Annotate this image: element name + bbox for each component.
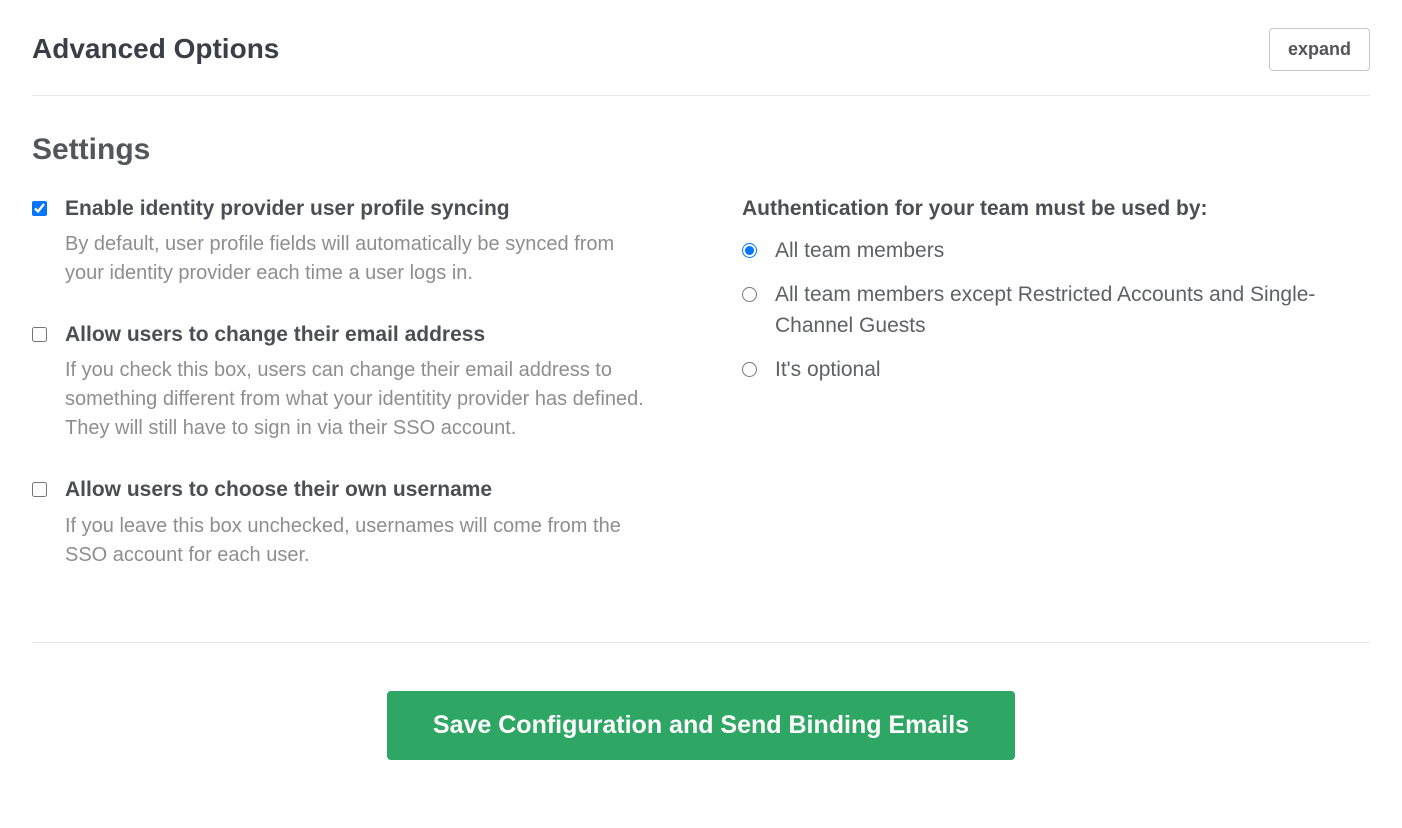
settings-checkbox-column: Enable identity provider user profile sy…	[32, 194, 652, 602]
radio-input-optional[interactable]	[742, 362, 757, 377]
checkbox-label: Enable identity provider user profile sy…	[65, 194, 652, 224]
checkbox-label: Allow users to change their email addres…	[65, 320, 652, 350]
auth-heading: Authentication for your team must be use…	[742, 194, 1370, 224]
checkbox-label: Allow users to choose their own username	[65, 475, 652, 505]
checkbox-description: If you leave this box unchecked, usernam…	[65, 512, 652, 570]
checkbox-allow-username-choice[interactable]: Allow users to choose their own username…	[32, 475, 652, 569]
radio-all-team-members[interactable]: All team members	[742, 236, 1370, 266]
checkbox-enable-profile-sync[interactable]: Enable identity provider user profile sy…	[32, 194, 652, 288]
bottom-divider	[32, 642, 1370, 643]
checkbox-description: By default, user profile fields will aut…	[65, 230, 652, 288]
checkbox-allow-email-change[interactable]: Allow users to change their email addres…	[32, 320, 652, 443]
expand-button[interactable]: expand	[1269, 28, 1370, 71]
checkbox-input-allow-username-choice[interactable]	[32, 482, 47, 497]
save-button-wrap: Save Configuration and Send Binding Emai…	[32, 691, 1370, 760]
settings-columns: Enable identity provider user profile sy…	[32, 194, 1370, 602]
checkbox-input-allow-email-change[interactable]	[32, 327, 47, 342]
checkbox-description: If you check this box, users can change …	[65, 356, 652, 443]
radio-except-restricted[interactable]: All team members except Restricted Accou…	[742, 280, 1370, 341]
checkbox-input-enable-profile-sync[interactable]	[32, 201, 47, 216]
advanced-options-header: Advanced Options expand	[32, 28, 1370, 71]
section-divider	[32, 95, 1370, 96]
radio-label: All team members except Restricted Accou…	[775, 280, 1370, 341]
save-configuration-button[interactable]: Save Configuration and Send Binding Emai…	[387, 691, 1015, 760]
settings-auth-column: Authentication for your team must be use…	[712, 194, 1370, 602]
radio-label: It's optional	[775, 355, 881, 385]
radio-input-all-team-members[interactable]	[742, 243, 757, 258]
radio-input-except-restricted[interactable]	[742, 287, 757, 302]
advanced-options-title: Advanced Options	[32, 29, 279, 70]
radio-optional[interactable]: It's optional	[742, 355, 1370, 385]
settings-heading: Settings	[32, 128, 1370, 172]
radio-label: All team members	[775, 236, 944, 266]
